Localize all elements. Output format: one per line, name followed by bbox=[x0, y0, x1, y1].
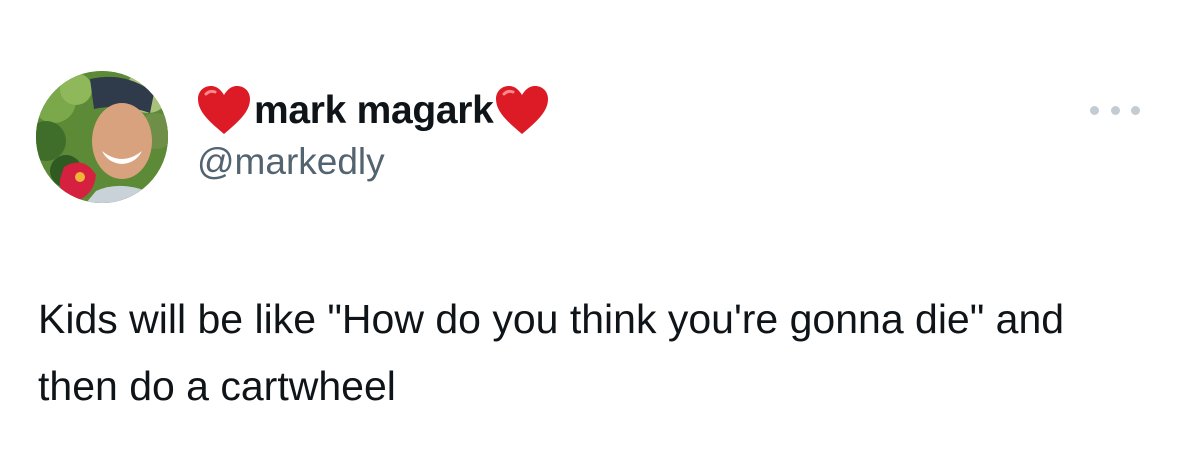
red-heart-icon bbox=[494, 84, 550, 136]
display-name-row[interactable]: mark magark bbox=[196, 82, 550, 138]
red-heart-icon bbox=[196, 84, 252, 136]
menu-dot bbox=[1110, 105, 1120, 115]
tweet-card: mark magark @markedly Kids will be like … bbox=[0, 0, 1179, 466]
menu-dot bbox=[1131, 105, 1140, 115]
avatar[interactable] bbox=[36, 71, 168, 203]
more-options-icon[interactable] bbox=[1090, 100, 1140, 120]
user-handle[interactable]: @markedly bbox=[197, 143, 385, 180]
tweet-text: Kids will be like "How do you think you'… bbox=[38, 296, 1065, 409]
display-name: mark magark bbox=[254, 88, 494, 132]
menu-dot bbox=[1090, 105, 1099, 115]
